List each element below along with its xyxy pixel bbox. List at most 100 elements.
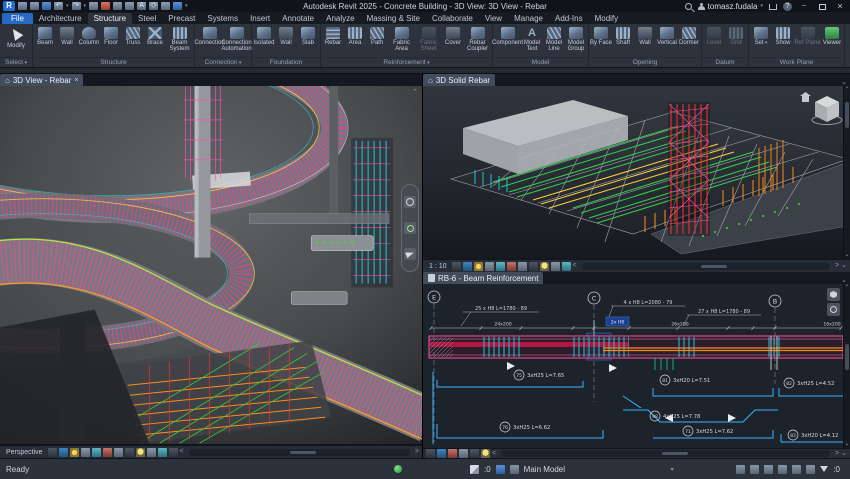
solid-rebar-canvas[interactable]	[423, 86, 850, 259]
select-by-face-icon[interactable]	[778, 464, 788, 474]
filter-icon[interactable]	[820, 466, 829, 472]
undo-icon[interactable]: ↶	[54, 2, 63, 10]
component-button[interactable]: Component	[492, 25, 523, 46]
open-icon[interactable]	[18, 2, 27, 10]
tab-insert[interactable]: Insert	[244, 13, 276, 24]
temporary-hide-isolate-icon[interactable]	[124, 447, 134, 457]
cover-button[interactable]: Cover	[442, 25, 464, 46]
fabric-area-button[interactable]: Fabric Area	[388, 25, 415, 53]
print-icon[interactable]	[89, 2, 99, 10]
scrollbar-handle[interactable]	[662, 452, 689, 455]
reveal-hidden-icon[interactable]	[135, 447, 145, 457]
model-group-button[interactable]: Model Group	[565, 25, 587, 53]
editing-requests-icon[interactable]	[470, 464, 479, 474]
save-icon[interactable]	[30, 2, 39, 10]
vcb-expand-icon[interactable]	[180, 447, 184, 457]
pane-collapse-icon[interactable]	[841, 78, 847, 86]
view-tab-solid-rebar[interactable]: 3D Solid Rebar	[423, 74, 496, 86]
tab-file[interactable]: File	[2, 13, 33, 24]
render-icon[interactable]	[91, 447, 101, 457]
detail-level-icon[interactable]	[451, 261, 461, 271]
worksharing-icon[interactable]	[509, 464, 519, 474]
undo-caret-icon[interactable]	[66, 3, 69, 9]
scale-button[interactable]: 1 : 10	[426, 263, 450, 270]
shaft-button[interactable]: Shaft	[612, 25, 634, 46]
beam-button[interactable]: Beam	[34, 25, 56, 46]
redo-icon[interactable]: ↷	[71, 2, 81, 10]
scroll-up-icon[interactable]	[844, 86, 850, 94]
view-tab-sheet[interactable]: RB-6 - Beam Reinforcement	[423, 272, 544, 284]
minimize-button[interactable]	[798, 1, 810, 11]
model-text-button[interactable]: Model Text	[521, 25, 543, 53]
scrollbar-handle[interactable]	[700, 264, 727, 268]
rebar-button[interactable]: Rebar	[322, 25, 344, 46]
default-3d-view-icon[interactable]: ◇	[149, 2, 159, 10]
panel-label-select[interactable]: Select	[1, 57, 31, 67]
vertical-scrollbar-solid[interactable]	[843, 86, 850, 259]
search-icon[interactable]	[684, 2, 692, 10]
pane-collapse-icon[interactable]	[841, 276, 847, 284]
horizontal-scrollbar-sheet[interactable]	[501, 450, 831, 457]
sheet-canvas[interactable]: E C B 25 x H8 L=1780 - 89 4 x H8 L=2080 …	[423, 284, 850, 448]
slab-button[interactable]: Slab	[297, 25, 319, 46]
scroll-down-icon[interactable]	[844, 440, 850, 448]
tab-addins[interactable]: Add-Ins	[549, 13, 589, 24]
rebar-coupler-button[interactable]: Rebar Coupler	[464, 25, 491, 53]
sync-icon[interactable]	[42, 2, 51, 10]
section-icon[interactable]	[161, 2, 171, 10]
visual-style-icon[interactable]	[437, 449, 446, 458]
connection-button[interactable]: Connection	[194, 25, 225, 46]
panel-label-datum[interactable]: Datum	[703, 57, 747, 67]
background-processes-icon[interactable]	[806, 464, 816, 474]
column-button[interactable]: Column	[78, 25, 100, 46]
close-view-icon[interactable]	[74, 77, 78, 84]
worksets-icon[interactable]	[495, 464, 505, 474]
horizontal-scrollbar-left[interactable]	[188, 448, 410, 456]
temporary-view-properties-icon[interactable]	[561, 261, 571, 271]
fabric-sheet-button[interactable]: Fabric Sheet	[415, 25, 442, 53]
scroll-right-icon[interactable]	[835, 449, 839, 459]
select-underlay-icon[interactable]	[750, 464, 760, 474]
scale-button[interactable]: Perspective	[3, 449, 46, 456]
panel-label-model[interactable]: Model	[494, 57, 587, 67]
scrollbar-handle[interactable]	[845, 102, 849, 128]
vertical-opening-button[interactable]: Vertical	[656, 25, 678, 46]
tab-manage[interactable]: Manage	[508, 13, 549, 24]
viewcube-mini-icon[interactable]	[827, 288, 840, 301]
drag-on-selection-icon[interactable]	[792, 464, 802, 474]
connection-automation-button[interactable]: Connection Automation	[221, 25, 252, 53]
wall-foundation-button[interactable]: Wall	[275, 25, 297, 46]
panel-label-foundation[interactable]: Foundation	[253, 57, 319, 67]
show-crop-icon[interactable]	[517, 261, 527, 271]
temporary-hide-isolate-icon[interactable]	[470, 449, 479, 458]
store-cart-icon[interactable]	[769, 4, 777, 10]
temporary-hide-isolate-icon[interactable]	[528, 261, 538, 271]
shadows-icon[interactable]	[484, 261, 494, 271]
pane-corner-icon[interactable]	[841, 449, 847, 459]
vcb-expand-icon[interactable]	[573, 261, 577, 271]
3d-rebar-canvas[interactable]	[0, 86, 422, 445]
render-icon[interactable]	[495, 261, 505, 271]
wall-opening-button[interactable]: Wall	[634, 25, 656, 46]
brace-button[interactable]: Brace	[144, 25, 166, 46]
tab-structure[interactable]: Structure	[87, 13, 133, 24]
restore-button[interactable]	[816, 1, 828, 11]
revit-logo-icon[interactable]	[3, 1, 15, 11]
redo-caret-icon[interactable]	[84, 3, 87, 9]
tab-massing-site[interactable]: Massing & Site	[361, 13, 426, 24]
scrollbar-handle[interactable]	[290, 450, 317, 454]
tab-view[interactable]: View	[479, 13, 508, 24]
vcb-expand-icon[interactable]	[492, 449, 496, 459]
crop-view-icon[interactable]	[448, 449, 457, 458]
thin-lines-icon[interactable]	[173, 2, 183, 10]
viewer-button[interactable]: Viewer	[821, 25, 843, 46]
nav-wheel-icon[interactable]	[827, 303, 840, 316]
scroll-down-icon[interactable]	[844, 251, 850, 259]
crop-view-icon[interactable]	[102, 447, 112, 457]
worksharing-display-icon[interactable]	[146, 447, 156, 457]
close-button[interactable]	[834, 1, 846, 11]
select-pinned-icon[interactable]	[764, 464, 774, 474]
sun-path-icon[interactable]	[69, 447, 79, 457]
visual-style-icon[interactable]	[462, 261, 472, 271]
floor-button[interactable]: Floor	[100, 25, 122, 46]
